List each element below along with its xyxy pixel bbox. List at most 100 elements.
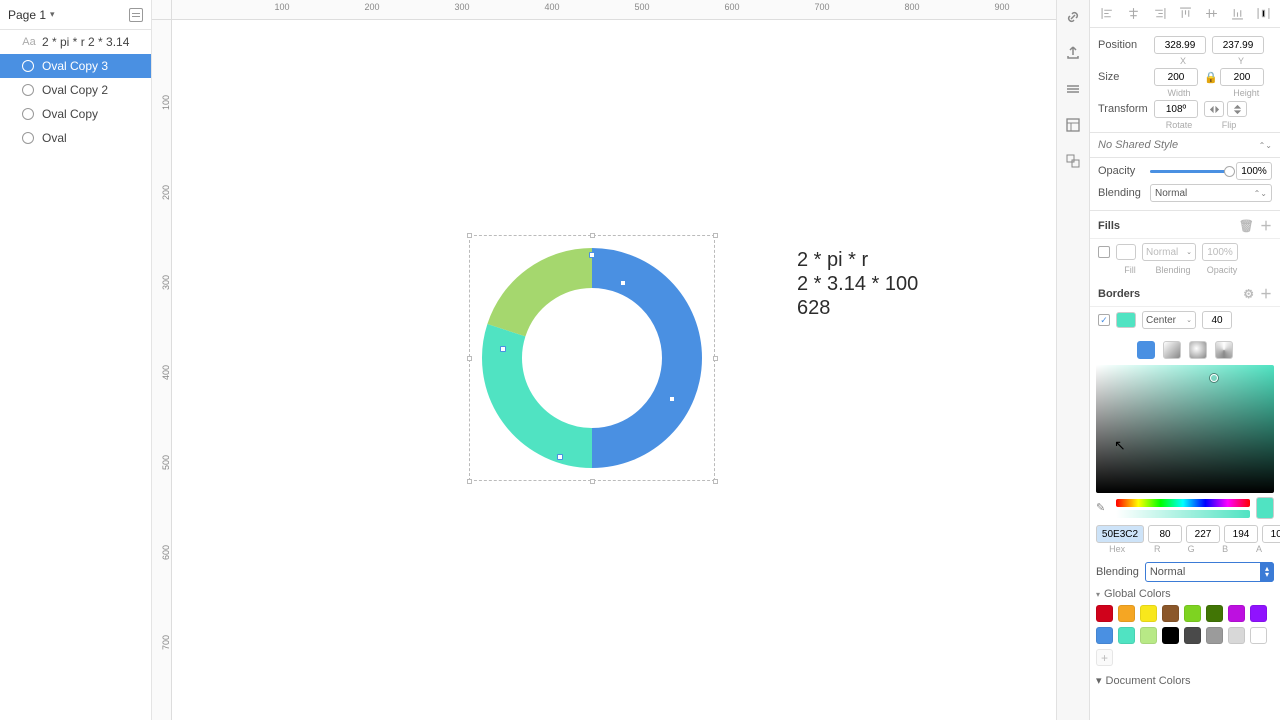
point-handle[interactable]: [620, 280, 626, 286]
lock-icon[interactable]: 🔒: [1204, 71, 1214, 84]
canvas[interactable]: 1002003004005006007008009001000 10020030…: [152, 0, 1056, 720]
a-input[interactable]: [1262, 525, 1280, 543]
point-handle[interactable]: [669, 396, 675, 402]
fill-blend-select[interactable]: Normal⌄: [1142, 243, 1196, 261]
eyedropper-icon[interactable]: ✎: [1096, 501, 1110, 515]
point-handle[interactable]: [500, 346, 506, 352]
export-icon[interactable]: [1062, 42, 1084, 64]
b-input[interactable]: [1224, 525, 1258, 543]
bbox-handle[interactable]: [713, 479, 718, 484]
position-x-input[interactable]: [1154, 36, 1206, 54]
color-swatch[interactable]: [1228, 605, 1245, 622]
donut-shape[interactable]: [472, 238, 712, 478]
plus-icon[interactable]: ＋: [1260, 285, 1272, 302]
group-icon[interactable]: [1062, 150, 1084, 172]
sv-thumb[interactable]: [1210, 374, 1218, 382]
canvas-text-block[interactable]: 2 * pi * r 2 * 3.14 * 100 628: [797, 248, 918, 320]
flip-h-icon[interactable]: [1204, 101, 1224, 117]
saturation-value-field[interactable]: ↖: [1096, 365, 1274, 493]
color-swatch[interactable]: [1206, 627, 1223, 644]
border-checkbox[interactable]: [1098, 314, 1110, 326]
color-swatch[interactable]: [1228, 627, 1245, 644]
global-colors-header[interactable]: ▾Global Colors: [1096, 588, 1274, 600]
color-swatch[interactable]: [1250, 605, 1267, 622]
layer-text[interactable]: Aa 2 * pi * r 2 * 3.14: [0, 30, 151, 54]
layer-oval-copy-3[interactable]: Oval Copy 3: [0, 54, 151, 78]
align-bottom-icon[interactable]: [1230, 7, 1244, 21]
h-sublabel: Height: [1221, 88, 1272, 98]
document-colors-header[interactable]: ▾Document Colors: [1096, 674, 1274, 687]
color-swatch[interactable]: [1206, 605, 1223, 622]
alpha-slider[interactable]: [1116, 510, 1250, 518]
flip-v-icon[interactable]: [1227, 101, 1247, 117]
color-swatch[interactable]: [1250, 627, 1267, 644]
color-swatch[interactable]: [1140, 605, 1157, 622]
oval-icon: [22, 60, 34, 72]
color-swatch[interactable]: [1184, 627, 1201, 644]
point-handle[interactable]: [589, 252, 595, 258]
picker-blend-select[interactable]: Normal ▴▾: [1145, 562, 1274, 582]
bbox-handle[interactable]: [467, 479, 472, 484]
gear-icon[interactable]: ⚙: [1243, 287, 1254, 301]
layer-oval-copy-2[interactable]: Oval Copy 2: [0, 78, 151, 102]
bbox-handle[interactable]: [590, 233, 595, 238]
bbox-handle[interactable]: [713, 356, 718, 361]
align-left-icon[interactable]: [1100, 7, 1114, 21]
color-swatch[interactable]: [1096, 605, 1113, 622]
fill-swatch[interactable]: [1116, 244, 1136, 260]
color-swatch[interactable]: [1140, 627, 1157, 644]
color-swatch[interactable]: [1096, 627, 1113, 644]
y-sublabel: Y: [1212, 56, 1270, 66]
height-input[interactable]: [1220, 68, 1264, 86]
fill-opacity-input[interactable]: [1202, 243, 1238, 261]
picker-radial-icon[interactable]: [1189, 341, 1207, 359]
layer-oval[interactable]: Oval: [0, 126, 151, 150]
r-input[interactable]: [1148, 525, 1182, 543]
picker-angular-icon[interactable]: [1215, 341, 1233, 359]
fill-checkbox[interactable]: [1098, 246, 1110, 258]
picker-solid-icon[interactable]: [1137, 341, 1155, 359]
blend-select[interactable]: Normal⌃⌄: [1150, 184, 1272, 202]
pages-list-icon[interactable]: [129, 8, 143, 22]
align-right-icon[interactable]: [1152, 7, 1166, 21]
color-swatch[interactable]: [1162, 605, 1179, 622]
border-swatch[interactable]: [1116, 312, 1136, 328]
oval-icon: [22, 108, 34, 120]
link-icon[interactable]: [1062, 6, 1084, 28]
stack-icon[interactable]: [1062, 78, 1084, 100]
hex-input[interactable]: [1096, 525, 1144, 543]
layout-icon[interactable]: [1062, 114, 1084, 136]
width-input[interactable]: [1154, 68, 1198, 86]
bbox-handle[interactable]: [590, 479, 595, 484]
bbox-handle[interactable]: [467, 233, 472, 238]
canvas-content[interactable]: 2 * pi * r 2 * 3.14 * 100 628: [172, 20, 1056, 720]
position-y-input[interactable]: [1212, 36, 1264, 54]
align-hcenter-icon[interactable]: [1126, 7, 1140, 21]
plus-icon[interactable]: ＋: [1260, 217, 1272, 234]
layers-panel: Page 1 ▾ Aa 2 * pi * r 2 * 3.14 Oval Cop…: [0, 0, 152, 720]
bbox-handle[interactable]: [713, 233, 718, 238]
color-swatch[interactable]: [1118, 605, 1135, 622]
border-pos-select[interactable]: Center⌄: [1142, 311, 1196, 329]
color-swatch[interactable]: [1162, 627, 1179, 644]
trash-icon[interactable]: 🗑: [1239, 219, 1254, 233]
hue-slider[interactable]: [1116, 499, 1250, 507]
shared-style-select[interactable]: No Shared Style⌃⌄: [1090, 133, 1280, 158]
opacity-input[interactable]: [1236, 162, 1272, 180]
opacity-slider[interactable]: [1150, 170, 1230, 173]
pages-selector[interactable]: Page 1 ▾: [0, 0, 151, 30]
align-top-icon[interactable]: [1178, 7, 1192, 21]
g-input[interactable]: [1186, 525, 1220, 543]
color-swatch[interactable]: [1118, 627, 1135, 644]
align-vcenter-icon[interactable]: [1204, 7, 1218, 21]
bbox-handle[interactable]: [467, 356, 472, 361]
add-color-icon[interactable]: +: [1096, 649, 1113, 666]
blend-label: Blending: [1098, 187, 1144, 199]
point-handle[interactable]: [557, 454, 563, 460]
distribute-icon[interactable]: [1256, 7, 1270, 21]
color-swatch[interactable]: [1184, 605, 1201, 622]
border-width-input[interactable]: [1202, 311, 1232, 329]
layer-oval-copy[interactable]: Oval Copy: [0, 102, 151, 126]
rotate-input[interactable]: [1154, 100, 1198, 118]
picker-linear-icon[interactable]: [1163, 341, 1181, 359]
